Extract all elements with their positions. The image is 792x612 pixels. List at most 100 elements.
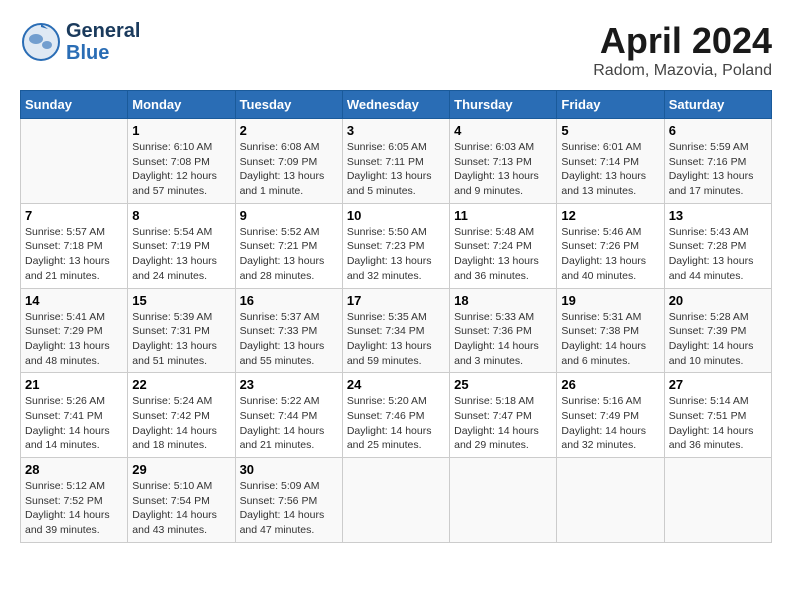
calendar-cell: 21 Sunrise: 5:26 AMSunset: 7:41 PMDayligh… <box>21 373 128 458</box>
day-info: Sunrise: 5:59 AMSunset: 7:16 PMDaylight:… <box>669 140 767 199</box>
day-number: 9 <box>240 208 338 223</box>
day-number: 26 <box>561 377 659 392</box>
day-number: 27 <box>669 377 767 392</box>
calendar-cell: 10 Sunrise: 5:50 AMSunset: 7:23 PMDayligh… <box>342 203 449 288</box>
calendar-cell: 12 Sunrise: 5:46 AMSunset: 7:26 PMDayligh… <box>557 203 664 288</box>
week-row-3: 14Sunrise: 5:41 AMSunset: 7:29 PMDayligh… <box>21 288 772 373</box>
day-number: 5 <box>561 123 659 138</box>
day-info: Sunrise: 5:35 AMSunset: 7:34 PMDaylight:… <box>347 310 445 369</box>
calendar-cell: 24 Sunrise: 5:20 AMSunset: 7:46 PMDayligh… <box>342 373 449 458</box>
calendar-cell: 29 Sunrise: 5:10 AMSunset: 7:54 PMDayligh… <box>128 458 235 543</box>
calendar-cell: 16 Sunrise: 5:37 AMSunset: 7:33 PMDayligh… <box>235 288 342 373</box>
calendar-title: April 2024 <box>593 20 772 62</box>
day-info: Sunrise: 5:41 AMSunset: 7:29 PMDaylight:… <box>25 310 123 369</box>
day-info: Sunrise: 6:10 AMSunset: 7:08 PMDaylight:… <box>132 140 230 199</box>
day-info: Sunrise: 5:10 AMSunset: 7:54 PMDaylight:… <box>132 479 230 538</box>
day-number: 7 <box>25 208 123 223</box>
day-info: Sunrise: 6:08 AMSunset: 7:09 PMDaylight:… <box>240 140 338 199</box>
day-number: 24 <box>347 377 445 392</box>
week-row-2: 7 Sunrise: 5:57 AMSunset: 7:18 PMDaylight… <box>21 203 772 288</box>
week-row-5: 28 Sunrise: 5:12 AMSunset: 7:52 PMDayligh… <box>21 458 772 543</box>
day-number: 23 <box>240 377 338 392</box>
calendar-cell: 27 Sunrise: 5:14 AMSunset: 7:51 PMDayligh… <box>664 373 771 458</box>
calendar-cell <box>21 119 128 204</box>
logo: General Blue <box>20 20 140 64</box>
calendar-cell: 15Sunrise: 5:39 AMSunset: 7:31 PMDayligh… <box>128 288 235 373</box>
day-number: 30 <box>240 462 338 477</box>
day-number: 18 <box>454 293 552 308</box>
calendar-cell: 9 Sunrise: 5:52 AMSunset: 7:21 PMDaylight… <box>235 203 342 288</box>
day-number: 22 <box>132 377 230 392</box>
day-info: Sunrise: 5:24 AMSunset: 7:42 PMDaylight:… <box>132 394 230 453</box>
day-info: Sunrise: 5:52 AMSunset: 7:21 PMDaylight:… <box>240 225 338 284</box>
day-number: 29 <box>132 462 230 477</box>
day-info: Sunrise: 5:12 AMSunset: 7:52 PMDaylight:… <box>25 479 123 538</box>
calendar-cell: 13Sunrise: 5:43 AMSunset: 7:28 PMDayligh… <box>664 203 771 288</box>
day-info: Sunrise: 5:26 AMSunset: 7:41 PMDaylight:… <box>25 394 123 453</box>
calendar-cell <box>557 458 664 543</box>
calendar-cell: 3 Sunrise: 6:05 AMSunset: 7:11 PMDaylight… <box>342 119 449 204</box>
calendar-cell: 23 Sunrise: 5:22 AMSunset: 7:44 PMDayligh… <box>235 373 342 458</box>
day-info: Sunrise: 5:22 AMSunset: 7:44 PMDaylight:… <box>240 394 338 453</box>
day-number: 4 <box>454 123 552 138</box>
day-info: Sunrise: 5:48 AMSunset: 7:24 PMDaylight:… <box>454 225 552 284</box>
calendar-cell: 5Sunrise: 6:01 AMSunset: 7:14 PMDaylight… <box>557 119 664 204</box>
day-number: 11 <box>454 208 552 223</box>
day-info: Sunrise: 5:33 AMSunset: 7:36 PMDaylight:… <box>454 310 552 369</box>
day-info: Sunrise: 6:05 AMSunset: 7:11 PMDaylight:… <box>347 140 445 199</box>
day-info: Sunrise: 5:46 AMSunset: 7:26 PMDaylight:… <box>561 225 659 284</box>
calendar-body: 1 Sunrise: 6:10 AMSunset: 7:08 PMDaylight… <box>21 119 772 543</box>
calendar-cell: 20Sunrise: 5:28 AMSunset: 7:39 PMDayligh… <box>664 288 771 373</box>
day-number: 12 <box>561 208 659 223</box>
day-number: 2 <box>240 123 338 138</box>
day-number: 16 <box>240 293 338 308</box>
calendar-cell: 7 Sunrise: 5:57 AMSunset: 7:18 PMDaylight… <box>21 203 128 288</box>
calendar-cell: 28 Sunrise: 5:12 AMSunset: 7:52 PMDayligh… <box>21 458 128 543</box>
day-info: Sunrise: 5:31 AMSunset: 7:38 PMDaylight:… <box>561 310 659 369</box>
day-info: Sunrise: 5:16 AMSunset: 7:49 PMDaylight:… <box>561 394 659 453</box>
calendar-cell: 17 Sunrise: 5:35 AMSunset: 7:34 PMDayligh… <box>342 288 449 373</box>
day-info: Sunrise: 5:18 AMSunset: 7:47 PMDaylight:… <box>454 394 552 453</box>
calendar-header-row: SundayMondayTuesdayWednesdayThursdayFrid… <box>21 91 772 119</box>
day-number: 3 <box>347 123 445 138</box>
logo-icon <box>20 21 62 63</box>
calendar-cell: 11 Sunrise: 5:48 AMSunset: 7:24 PMDayligh… <box>450 203 557 288</box>
day-header-thursday: Thursday <box>450 91 557 119</box>
day-info: Sunrise: 5:54 AMSunset: 7:19 PMDaylight:… <box>132 225 230 284</box>
calendar-cell <box>342 458 449 543</box>
calendar-subtitle: Radom, Mazovia, Poland <box>593 62 772 80</box>
calendar-cell <box>664 458 771 543</box>
day-number: 21 <box>25 377 123 392</box>
week-row-1: 1 Sunrise: 6:10 AMSunset: 7:08 PMDaylight… <box>21 119 772 204</box>
day-info: Sunrise: 5:09 AMSunset: 7:56 PMDaylight:… <box>240 479 338 538</box>
day-info: Sunrise: 5:50 AMSunset: 7:23 PMDaylight:… <box>347 225 445 284</box>
day-number: 28 <box>25 462 123 477</box>
title-block: April 2024 Radom, Mazovia, Poland <box>593 20 772 80</box>
calendar-cell: 4Sunrise: 6:03 AMSunset: 7:13 PMDaylight… <box>450 119 557 204</box>
calendar-cell: 18 Sunrise: 5:33 AMSunset: 7:36 PMDayligh… <box>450 288 557 373</box>
day-number: 19 <box>561 293 659 308</box>
day-info: Sunrise: 5:37 AMSunset: 7:33 PMDaylight:… <box>240 310 338 369</box>
calendar-cell <box>450 458 557 543</box>
calendar-cell: 8 Sunrise: 5:54 AMSunset: 7:19 PMDaylight… <box>128 203 235 288</box>
day-number: 1 <box>132 123 230 138</box>
calendar-cell: 30 Sunrise: 5:09 AMSunset: 7:56 PMDayligh… <box>235 458 342 543</box>
calendar-cell: 6Sunrise: 5:59 AMSunset: 7:16 PMDaylight… <box>664 119 771 204</box>
calendar-cell: 14Sunrise: 5:41 AMSunset: 7:29 PMDayligh… <box>21 288 128 373</box>
calendar-cell: 1 Sunrise: 6:10 AMSunset: 7:08 PMDaylight… <box>128 119 235 204</box>
day-info: Sunrise: 5:20 AMSunset: 7:46 PMDaylight:… <box>347 394 445 453</box>
day-info: Sunrise: 5:14 AMSunset: 7:51 PMDaylight:… <box>669 394 767 453</box>
day-number: 25 <box>454 377 552 392</box>
day-info: Sunrise: 5:28 AMSunset: 7:39 PMDaylight:… <box>669 310 767 369</box>
day-number: 17 <box>347 293 445 308</box>
day-header-wednesday: Wednesday <box>342 91 449 119</box>
day-header-friday: Friday <box>557 91 664 119</box>
day-header-tuesday: Tuesday <box>235 91 342 119</box>
day-number: 13 <box>669 208 767 223</box>
day-header-monday: Monday <box>128 91 235 119</box>
day-number: 15 <box>132 293 230 308</box>
day-number: 8 <box>132 208 230 223</box>
page-header: General Blue April 2024 Radom, Mazovia, … <box>20 20 772 80</box>
day-number: 10 <box>347 208 445 223</box>
day-info: Sunrise: 5:57 AMSunset: 7:18 PMDaylight:… <box>25 225 123 284</box>
